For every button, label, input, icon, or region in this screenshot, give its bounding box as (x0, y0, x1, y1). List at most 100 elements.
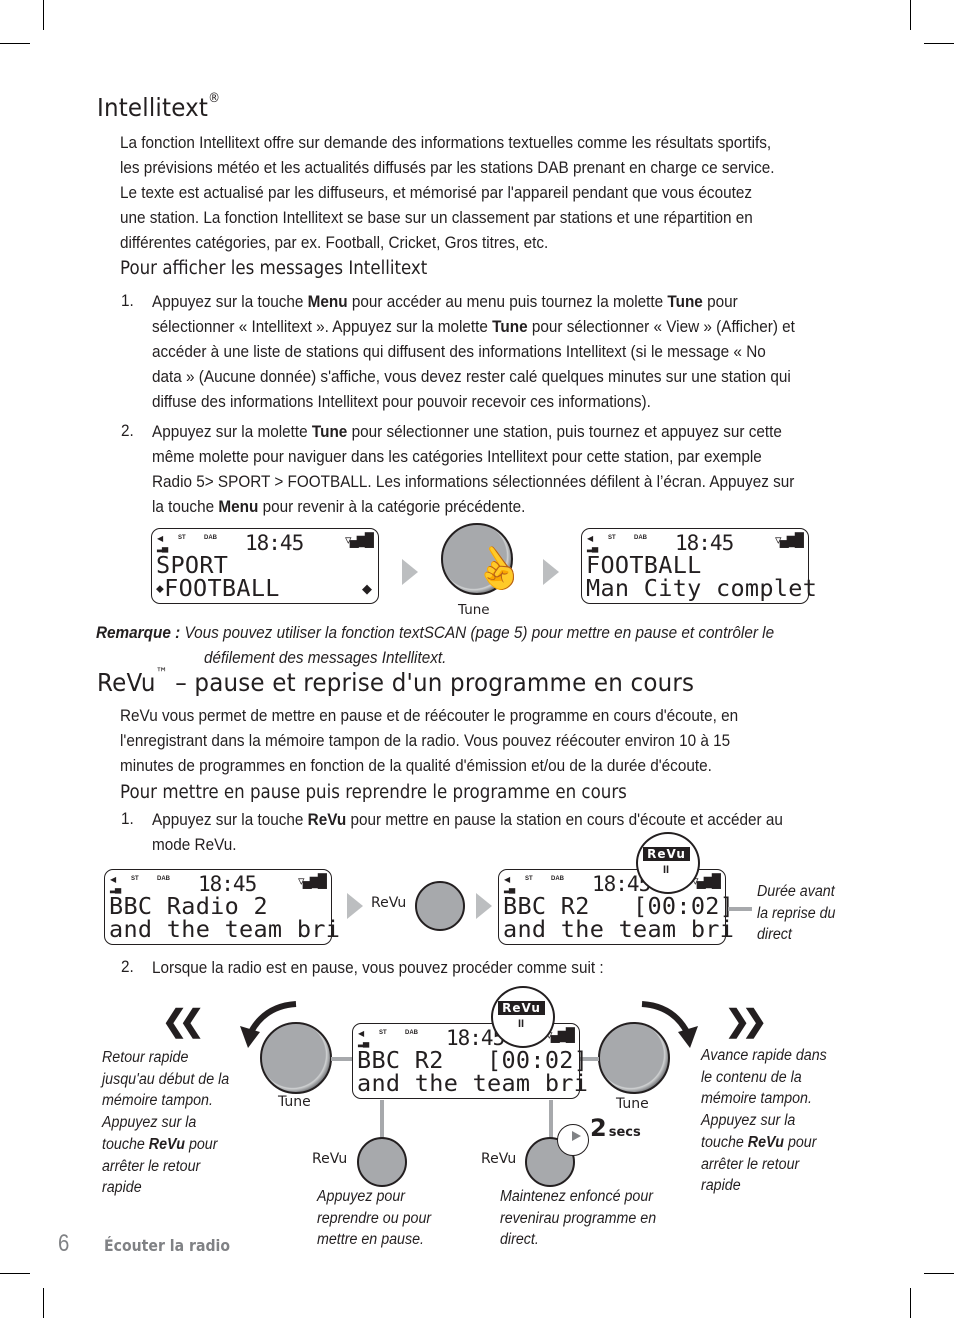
revu-button-label: ReVu (371, 895, 407, 911)
tune-knob-label: Tune (458, 602, 490, 618)
note-label: Remarque : (96, 623, 181, 642)
rewind-caption: Appuyez sur la (102, 1114, 197, 1132)
arrow-right-icon (402, 559, 418, 585)
rewind-icon: ❮❮ (162, 1005, 204, 1038)
step-line: même molette pour naviguer dans les caté… (152, 447, 762, 466)
revu-button-pause[interactable] (357, 1137, 407, 1187)
signal-strength-icon: ▿▄▆█ (298, 873, 327, 888)
crop-mark (924, 43, 954, 44)
footer-section: Écouter la radio (104, 1236, 231, 1255)
lcd-line-2-text: and the team bri (109, 915, 341, 943)
arrow-right-icon (543, 559, 559, 585)
step-line: sélectionner « Intellitext ». Appuyez su… (152, 317, 795, 336)
revu-subheading: Pour mettre en pause puis reprendre le p… (120, 782, 627, 803)
crop-mark (0, 1273, 30, 1274)
hold-duration: 2 secs (590, 1114, 641, 1142)
lcd-line-2: ◆FOOTBALL (156, 576, 280, 602)
revu-badge-label: ReVu (643, 847, 690, 861)
note-line-1: Vous pouvez utiliser la fonction textSCA… (184, 623, 775, 642)
tune-right-label: Tune (616, 1096, 649, 1112)
revu-button[interactable] (415, 881, 465, 931)
intro-line: une station. La fonction Intellitext se … (120, 208, 753, 227)
connector-line (549, 1100, 553, 1138)
tune-knob-right[interactable] (598, 1022, 670, 1094)
press-caption: mettre en pause. (317, 1231, 425, 1249)
dab-indicator: DAB (405, 1030, 418, 1036)
rewind-caption: rapide (102, 1179, 142, 1197)
speaker-icon: ◀ ▂▄ (504, 875, 515, 893)
st-indicator: ST (379, 1030, 387, 1036)
arrow-right-icon (476, 893, 492, 919)
hold-caption: direct. (500, 1231, 539, 1249)
revu-title: ReVu (97, 668, 156, 697)
step-line: mode ReVu. (152, 835, 237, 854)
tune-left-label: Tune (278, 1094, 311, 1110)
tune-knob-left[interactable] (260, 1022, 332, 1094)
crop-mark (924, 1273, 954, 1274)
revu-step-2-number: 2. (121, 957, 134, 976)
lcd-line-2: Man City complet (586, 576, 817, 600)
bold-term: Tune (667, 292, 703, 311)
callout-line (728, 907, 752, 911)
arrow-right-icon (347, 893, 363, 919)
intellitext-heading: Intellitext® (97, 91, 221, 122)
hold-caption: revenirau programme en (500, 1209, 657, 1227)
callout-text: direct (757, 926, 792, 943)
step-line: la touche Menu pour revenir à la catégor… (152, 497, 526, 516)
trademark: ™ (155, 666, 168, 681)
hold-number: 2 (590, 1114, 607, 1142)
intro-line: minutes de programmes en fonction de la … (120, 756, 712, 775)
lcd-display: ◀ ▂▄ ST DAB 18:45 ▿▄▆█ BBC Radio 2 and the team… (104, 869, 340, 945)
callout-text: la reprise du (757, 904, 836, 922)
dab-indicator: DAB (551, 876, 564, 882)
revu-right-label: ReVu (481, 1151, 517, 1167)
dab-indicator: DAB (634, 535, 647, 541)
crop-mark (910, 1288, 911, 1318)
stopwatch-sector (572, 1131, 581, 1141)
rewind-caption: arrêter le retour (102, 1157, 201, 1175)
bold-term: ReVu (747, 1133, 784, 1151)
dab-indicator: DAB (157, 876, 170, 882)
bold-term: Menu (218, 497, 259, 516)
lcd-display: ◀ ▂▄ ST DAB 18:45 ▿▄▆█ FOOTBALL Man City comple… (581, 528, 817, 604)
forward-caption: rapide (701, 1177, 741, 1195)
speaker-icon: ◀ ▂▄ (358, 1029, 369, 1047)
press-caption: Appuyez pour (317, 1188, 406, 1205)
step-line: Appuyez sur la molette Tune pour sélecti… (152, 422, 782, 441)
stopwatch-icon (557, 1124, 589, 1156)
pause-icon: II (518, 1018, 525, 1030)
registered-mark: ® (208, 91, 221, 106)
dab-indicator: DAB (204, 535, 217, 541)
lcd-line-2-text: and the team bri (503, 915, 735, 943)
bold-term: Tune (492, 317, 528, 336)
step-number: 1. (121, 291, 134, 310)
forward-caption: Avance rapide dans (701, 1047, 827, 1064)
pause-icon: II (663, 864, 670, 876)
step-line: data » (Aucune donnée) s'affiche, vous d… (152, 367, 791, 386)
step-line: Radio 5> SPORT > FOOTBALL. Les informati… (152, 472, 795, 491)
lcd-line-2: and the team bri (109, 917, 340, 941)
lcd-line-2-text: Man City complet (586, 574, 818, 602)
intro-line: ReVu vous permet de mettre en pause et d… (120, 706, 739, 725)
speaker-icon: ◀ ▂▄ (110, 875, 121, 893)
bold-term: Tune (311, 422, 348, 441)
revu-badge-label: ReVu (498, 1001, 545, 1015)
st-indicator: ST (608, 535, 616, 541)
step-line: diffuse des informations Intellitext pou… (152, 392, 651, 411)
intellitext-subheading: Pour afficher les messages Intellitext (120, 258, 428, 279)
step-number: 2. (121, 421, 134, 440)
intro-line: La fonction Intellitext offre sur demand… (120, 133, 772, 152)
step-line: Appuyez sur la touche Menu pour accéder … (152, 292, 738, 311)
signal-strength-icon: ▿▄▆█ (775, 532, 804, 547)
forward-caption: arrêter le retour (701, 1155, 800, 1173)
speaker-icon: ◀ ▂▄ (157, 534, 168, 552)
connector-line (331, 1057, 353, 1061)
connector-line (380, 1100, 384, 1138)
crop-mark (910, 0, 911, 30)
st-indicator: ST (525, 876, 533, 882)
revu-pause-badge: ReVu II (636, 832, 700, 894)
signal-strength-icon: ▿▄▆█ (345, 532, 374, 547)
crop-mark (0, 43, 30, 44)
forward-caption: le contenu de la (701, 1068, 802, 1086)
callout-text: Durée avant (757, 883, 835, 900)
